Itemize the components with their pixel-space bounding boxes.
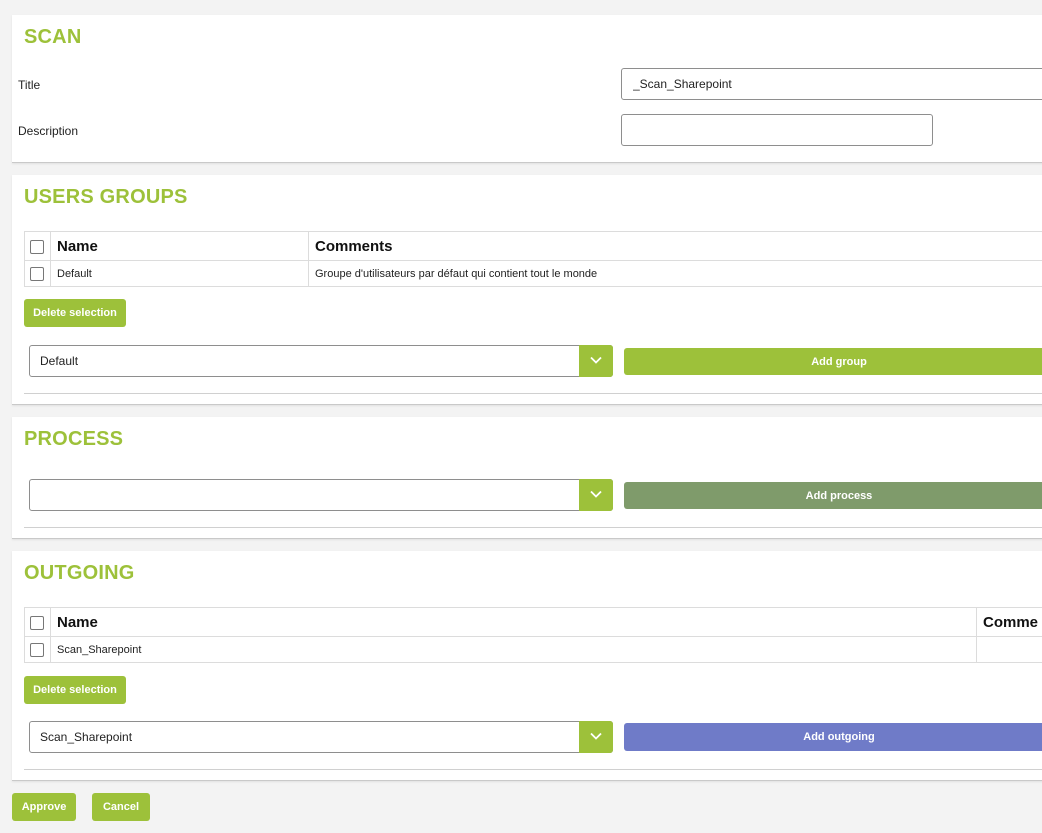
divider — [24, 393, 1042, 394]
add-group-button[interactable]: Add group — [624, 348, 1042, 375]
outgoing-panel: OUTGOING Name Comme Scan_Sharepoint Dele… — [12, 551, 1042, 781]
title-label: Title — [18, 78, 41, 92]
approve-button[interactable]: Approve — [12, 793, 76, 821]
outgoing-table: Name Comme Scan_Sharepoint — [24, 607, 1042, 663]
users-groups-heading: USERS GROUPS — [24, 186, 188, 208]
group-select[interactable]: Default — [29, 345, 613, 377]
delete-selection-button[interactable]: Delete selection — [24, 299, 126, 327]
outgoing-select-toggle[interactable] — [579, 721, 613, 753]
select-all-checkbox[interactable] — [30, 239, 44, 254]
row-comment — [976, 636, 1042, 663]
chevron-down-icon — [590, 490, 602, 498]
title-input[interactable] — [621, 68, 1042, 100]
outgoing-heading: OUTGOING — [24, 562, 135, 584]
chevron-down-icon — [590, 732, 602, 740]
divider — [24, 769, 1042, 770]
row-checkbox-cell — [24, 260, 51, 287]
process-select-toggle[interactable] — [579, 479, 613, 511]
select-all-checkbox[interactable] — [30, 615, 44, 630]
chevron-down-icon — [590, 356, 602, 364]
table-row: Scan_Sharepoint — [24, 636, 1042, 663]
column-header-comments: Comments — [308, 231, 1042, 261]
process-select[interactable] — [29, 479, 613, 511]
process-panel: PROCESS Add process — [12, 417, 1042, 539]
scan-panel: SCAN Title Description — [12, 15, 1042, 163]
cancel-button[interactable]: Cancel — [92, 793, 150, 821]
row-checkbox-cell — [24, 636, 51, 663]
group-select-value: Default — [40, 354, 79, 368]
row-checkbox[interactable] — [30, 642, 44, 657]
row-comment: Groupe d'utilisateurs par défaut qui con… — [308, 260, 1042, 287]
row-name: Scan_Sharepoint — [50, 636, 977, 663]
select-all-cell — [24, 607, 51, 637]
row-name: Default — [50, 260, 309, 287]
table-row: Default Groupe d'utilisateurs par défaut… — [24, 260, 1042, 287]
column-header-name: Name — [50, 607, 977, 637]
select-all-cell — [24, 231, 51, 261]
description-label: Description — [18, 124, 79, 138]
row-checkbox[interactable] — [30, 266, 44, 281]
users-groups-table: Name Comments Default Groupe d'utilisate… — [24, 231, 1042, 287]
add-outgoing-button[interactable]: Add outgoing — [624, 723, 1042, 751]
column-header-comments: Comme — [976, 607, 1042, 637]
divider — [24, 527, 1042, 528]
outgoing-select[interactable]: Scan_Sharepoint — [29, 721, 613, 753]
delete-selection-button[interactable]: Delete selection — [24, 676, 126, 704]
table-header-row: Name Comme — [24, 607, 1042, 637]
scan-heading: SCAN — [24, 26, 82, 48]
description-input[interactable] — [621, 114, 933, 146]
users-groups-panel: USERS GROUPS Name Comments Default Group… — [12, 175, 1042, 405]
add-process-button[interactable]: Add process — [624, 482, 1042, 509]
column-header-name: Name — [50, 231, 309, 261]
process-heading: PROCESS — [24, 428, 124, 450]
group-select-toggle[interactable] — [579, 345, 613, 377]
table-header-row: Name Comments — [24, 231, 1042, 261]
outgoing-select-value: Scan_Sharepoint — [40, 730, 133, 744]
